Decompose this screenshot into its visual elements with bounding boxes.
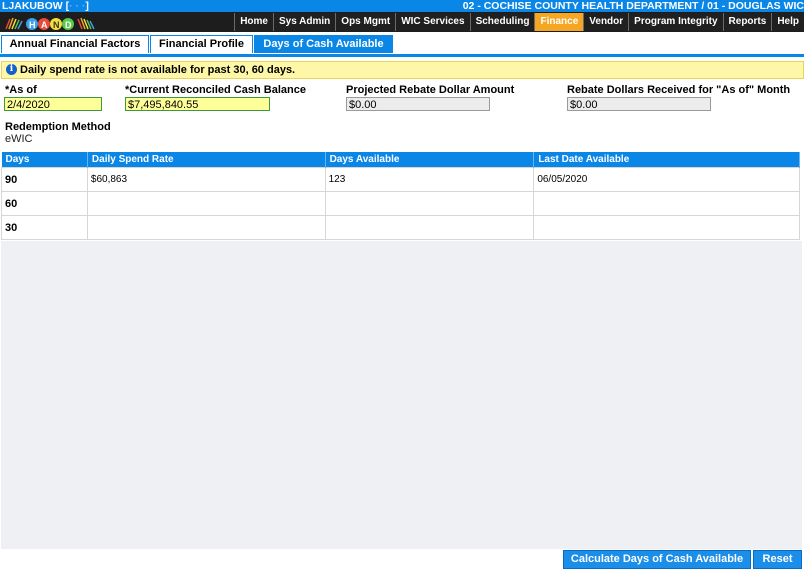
cell-days: 60 — [1, 191, 88, 216]
nav-item-home[interactable]: Home — [234, 13, 273, 31]
nav-item-wic-services[interactable]: WIC Services — [395, 13, 470, 31]
svg-text:D: D — [65, 20, 72, 30]
projected-rebate-label: Projected Rebate Dollar Amount — [346, 84, 515, 96]
hands-logo[interactable]: H A N D — [0, 12, 100, 32]
nav-item-scheduling[interactable]: Scheduling — [469, 13, 535, 31]
cell-last-date-available — [533, 215, 800, 240]
username: LJAKUBOW — [2, 0, 63, 12]
cash-balance-label: *Current Reconciled Cash Balance — [125, 84, 306, 96]
svg-text:N: N — [53, 20, 60, 30]
calculate-days-of-cash-button[interactable]: Calculate Days of Cash Available — [563, 550, 751, 569]
cell-days: 90 — [1, 167, 88, 192]
nav-item-program-integrity[interactable]: Program Integrity — [628, 13, 723, 31]
tab-financial-profile[interactable]: Financial Profile — [150, 35, 253, 53]
nav-item-help[interactable]: Help — [771, 13, 804, 31]
redemption-method-label: Redemption Method — [5, 121, 111, 133]
table-row[interactable]: 60 — [1, 191, 800, 216]
info-message-text: Daily spend rate is not available for pa… — [20, 64, 296, 76]
table-header-row: Days Daily Spend Rate Days Available Las… — [1, 152, 800, 168]
svg-text:H: H — [29, 20, 36, 30]
nav-item-reports[interactable]: Reports — [722, 13, 772, 31]
as-of-label: *As of — [5, 84, 37, 96]
table-row[interactable]: 90 $60,863 123 06/05/2020 — [1, 167, 800, 192]
col-header-daily-spend-rate[interactable]: Daily Spend Rate — [87, 152, 326, 168]
table-empty-area — [1, 241, 802, 549]
main-nav: H A N D Home Sys Admin Ops Mgmt WIC Serv… — [0, 12, 804, 32]
as-of-date-input[interactable]: 2/4/2020 — [4, 97, 102, 111]
cell-days-available: 123 — [324, 167, 535, 192]
header-bar: LJAKUBOW [· · ·] 02 - COCHISE COUNTY HEA… — [0, 0, 804, 12]
reset-button[interactable]: Reset — [753, 550, 802, 569]
user-role-redacted: · · · — [69, 0, 86, 12]
nav-item-sys-admin[interactable]: Sys Admin — [272, 13, 336, 31]
cell-daily-spend-rate — [86, 191, 326, 216]
cell-daily-spend-rate: $60,863 — [86, 167, 326, 192]
action-bar: Calculate Days of Cash Available Reset — [0, 549, 804, 569]
hands-logo-icon: H A N D — [0, 12, 100, 32]
rebate-received-label: Rebate Dollars Received for "As of" Mont… — [567, 84, 791, 96]
clinic-location: 02 - COCHISE COUNTY HEALTH DEPARTMENT / … — [462, 0, 804, 12]
cell-last-date-available — [533, 191, 800, 216]
tab-days-of-cash-available[interactable]: Days of Cash Available — [254, 35, 393, 53]
nav-item-ops-mgmt[interactable]: Ops Mgmt — [335, 13, 396, 31]
user-info: LJAKUBOW [· · ·] — [2, 0, 89, 12]
cell-days-available — [324, 191, 535, 216]
table-row[interactable]: 30 — [1, 215, 800, 240]
nav-menu: Home Sys Admin Ops Mgmt WIC Services Sch… — [234, 12, 804, 32]
projected-rebate-field: $0.00 — [346, 97, 490, 111]
cell-days-available — [324, 215, 535, 240]
col-header-last-date-available[interactable]: Last Date Available — [533, 152, 800, 168]
days-of-cash-table: Days Daily Spend Rate Days Available Las… — [1, 152, 800, 240]
cash-balance-input[interactable]: $7,495,840.55 — [125, 97, 270, 111]
info-icon: i — [6, 64, 17, 75]
cell-daily-spend-rate — [86, 215, 326, 240]
nav-item-finance[interactable]: Finance — [534, 13, 584, 31]
finance-tabs: Annual Financial Factors Financial Profi… — [0, 32, 804, 57]
nav-item-vendor[interactable]: Vendor — [583, 13, 629, 31]
tab-annual-financial-factors[interactable]: Annual Financial Factors — [1, 35, 149, 53]
cell-days: 30 — [1, 215, 88, 240]
col-header-days-available[interactable]: Days Available — [325, 152, 535, 168]
cell-last-date-available: 06/05/2020 — [533, 167, 800, 192]
info-message-bar: i Daily spend rate is not available for … — [1, 61, 804, 79]
svg-text:A: A — [41, 20, 48, 30]
redemption-method-value: eWIC — [5, 133, 33, 145]
col-header-days[interactable]: Days — [1, 152, 88, 168]
rebate-received-field: $0.00 — [567, 97, 711, 111]
